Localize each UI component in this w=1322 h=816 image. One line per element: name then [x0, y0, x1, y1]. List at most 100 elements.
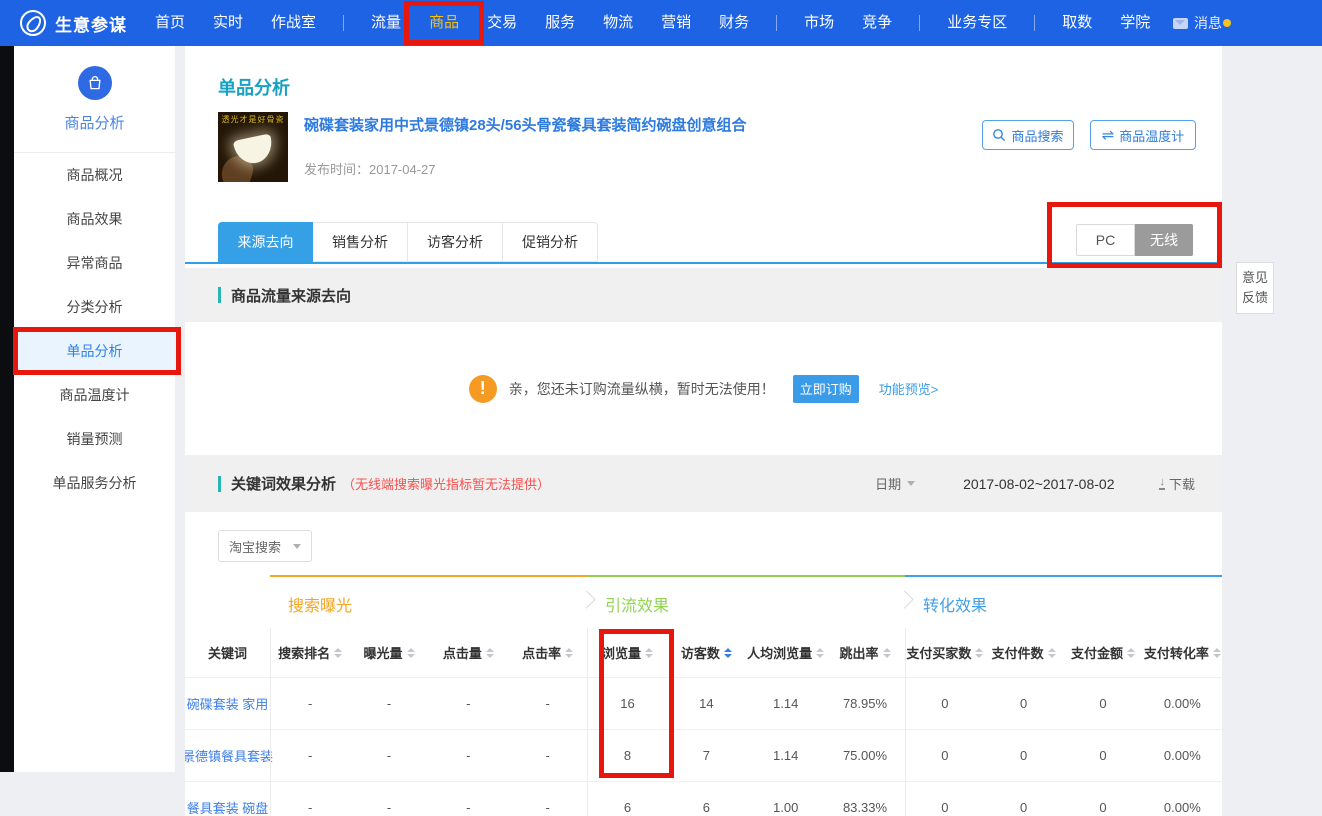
sort-icon[interactable] — [816, 648, 824, 658]
nav-module-0[interactable]: 流量 — [357, 0, 415, 46]
sidebar-item-label: 异常商品 — [67, 253, 123, 273]
app-window: 生意参谋 首页 实时 作战室 流量商品交易服务物流营销财务 市场 竞争 业务专区… — [0, 0, 1322, 816]
table-body: 碗碟套装 家用----16141.1478.95%0000.00%景德镇餐具套装… — [185, 677, 1222, 816]
sort-icon[interactable] — [1048, 648, 1056, 658]
column-header-1[interactable]: 搜索排名 — [270, 628, 349, 677]
order-now-button[interactable]: 立即订购 — [793, 375, 859, 403]
nav-module-label: 服务 — [545, 14, 575, 31]
nav-item-market[interactable]: 市场 — [790, 0, 848, 46]
group-label: 搜索曝光 — [288, 598, 352, 615]
column-header-8[interactable]: 跳出率 — [825, 628, 904, 677]
nav-module-6[interactable]: 财务 — [705, 0, 763, 46]
message-button[interactable]: 消息 — [1173, 13, 1222, 33]
channel-filter-select[interactable]: 淘宝搜索 — [218, 530, 312, 562]
column-header-11[interactable]: 支付金额 — [1063, 628, 1142, 677]
subscription-notice: ! 亲，您还未订购流量纵横，暂时无法使用！ 立即订购 功能预览> — [185, 322, 1222, 455]
column-header-label: 点击率 — [522, 643, 561, 662]
product-search-button[interactable]: 商品搜索 — [982, 120, 1074, 150]
table-cell: 14 — [667, 678, 746, 729]
tab-2[interactable]: 访客分析 — [408, 222, 503, 262]
column-header-10[interactable]: 支付件数 — [984, 628, 1063, 677]
product-search-label: 商品搜索 — [1011, 126, 1063, 145]
traffic-section-title: 商品流量来源去向 — [231, 285, 351, 306]
nav-label: 取数 — [1062, 14, 1092, 31]
nav-item-academy[interactable]: 学院 — [1106, 0, 1164, 46]
sort-icon[interactable] — [724, 648, 732, 658]
keyword-link[interactable]: 景德镇餐具套装 — [185, 746, 273, 765]
feedback-widget[interactable]: 意见 反馈 — [1236, 262, 1274, 314]
sort-icon[interactable] — [407, 648, 415, 658]
sort-icon[interactable] — [486, 648, 494, 658]
nav-item-competition[interactable]: 竞争 — [848, 0, 906, 46]
nav-item-business-zone[interactable]: 业务专区 — [933, 0, 1021, 46]
column-header-9[interactable]: 支付买家数 — [905, 628, 984, 677]
sort-icon[interactable] — [883, 648, 891, 658]
column-header-4[interactable]: 点击率 — [508, 628, 587, 677]
column-header-5[interactable]: 浏览量 — [587, 628, 666, 677]
sort-icon[interactable] — [975, 648, 983, 658]
nav-module-1[interactable]: 商品 — [415, 0, 473, 46]
tab-3[interactable]: 促销分析 — [503, 222, 598, 262]
nav-modules: 流量商品交易服务物流营销财务 — [357, 0, 763, 46]
keyword-link[interactable]: 碗碟套装 家用 — [187, 694, 269, 713]
toggle-pc[interactable]: PC — [1076, 224, 1135, 256]
table-cell: 0 — [984, 782, 1063, 816]
sort-icon[interactable] — [1127, 648, 1135, 658]
date-dropdown[interactable]: 日期 — [875, 474, 915, 493]
nav-module-4[interactable]: 物流 — [589, 0, 647, 46]
feature-preview-link[interactable]: 功能预览> — [879, 379, 939, 398]
column-header-7[interactable]: 人均浏览量 — [746, 628, 825, 677]
tab-1[interactable]: 销售分析 — [313, 222, 408, 262]
product-image-caption: 透光才是好骨瓷 — [218, 112, 288, 125]
sidebar-item-2[interactable]: 异常商品 — [14, 241, 175, 285]
product-info: 碗碟套装家用中式景德镇28头/56头骨瓷餐具套装简约碗盘创意组合 发布时间：20… — [304, 112, 747, 182]
nav-module-label: 商品 — [429, 14, 459, 31]
column-header-2[interactable]: 曝光量 — [349, 628, 428, 677]
table-cell: - — [270, 730, 349, 781]
sort-icon[interactable] — [565, 648, 573, 658]
feedback-line1: 意见 — [1237, 268, 1273, 288]
column-header-6[interactable]: 访客数 — [667, 628, 746, 677]
sort-icon[interactable] — [645, 648, 653, 658]
nav-item-data[interactable]: 取数 — [1048, 0, 1106, 46]
column-header-label: 支付转化率 — [1144, 643, 1209, 662]
nav-module-2[interactable]: 交易 — [473, 0, 531, 46]
toggle-wireless[interactable]: 无线 — [1135, 224, 1193, 256]
sidebar-item-7[interactable]: 单品服务分析 — [14, 461, 175, 505]
nav-label: 业务专区 — [947, 14, 1007, 31]
nav-item-home[interactable]: 首页 — [141, 0, 199, 46]
chevron-down-icon — [907, 481, 915, 486]
download-button[interactable]: 下载 — [1159, 474, 1195, 493]
envelope-icon — [1173, 18, 1188, 29]
table-group-header: 搜索曝光 引流效果 转化效果 — [185, 575, 1222, 628]
product-thermometer-button[interactable]: 商品温度计 — [1090, 120, 1196, 150]
keyword-link[interactable]: 餐具套装 碗盘 — [187, 798, 269, 816]
sidebar-item-4[interactable]: 单品分析 — [14, 329, 175, 373]
table-cell: 1.14 — [746, 730, 825, 781]
sidebar-item-6[interactable]: 销量预测 — [14, 417, 175, 461]
nav-module-3[interactable]: 服务 — [531, 0, 589, 46]
product-title-link[interactable]: 碗碟套装家用中式景德镇28头/56头骨瓷餐具套装简约碗盘创意组合 — [304, 114, 747, 135]
table-cell: 16 — [587, 678, 666, 729]
sidebar-item-0[interactable]: 商品概况 — [14, 153, 175, 197]
sort-icon[interactable] — [1213, 648, 1221, 658]
table-row: 景德镇餐具套装----871.1475.00%0000.00% — [185, 729, 1222, 781]
column-header-12[interactable]: 支付转化率 — [1143, 628, 1222, 677]
table-cell: - — [429, 782, 508, 816]
nav-item-realtime[interactable]: 实时 — [199, 0, 257, 46]
table-cell: 6 — [587, 782, 666, 816]
brand-logo-icon[interactable] — [20, 10, 46, 36]
product-summary: 透光才是好骨瓷 碗碟套装家用中式景德镇28头/56头骨瓷餐具套装简约碗盘创意组合… — [218, 112, 747, 182]
table-cell: 0.00% — [1143, 678, 1222, 729]
sidebar-item-5[interactable]: 商品温度计 — [14, 373, 175, 417]
sidebar-item-1[interactable]: 商品效果 — [14, 197, 175, 241]
nav-module-5[interactable]: 营销 — [647, 0, 705, 46]
sidebar-item-3[interactable]: 分类分析 — [14, 285, 175, 329]
nav-item-warroom[interactable]: 作战室 — [257, 0, 330, 46]
column-header-label: 曝光量 — [363, 643, 402, 662]
column-header-3[interactable]: 点击量 — [429, 628, 508, 677]
sort-icon[interactable] — [334, 648, 342, 658]
tab-0[interactable]: 来源去向 — [218, 222, 313, 262]
column-header-label: 人均浏览量 — [747, 643, 812, 662]
product-thumbnail[interactable]: 透光才是好骨瓷 — [218, 112, 288, 182]
